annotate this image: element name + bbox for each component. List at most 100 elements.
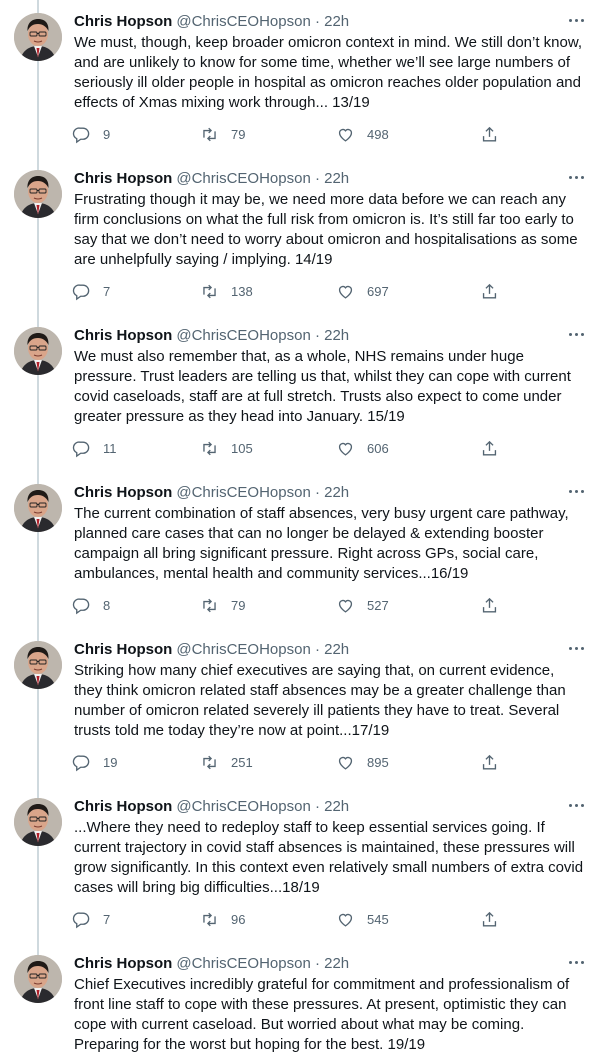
avatar[interactable]	[14, 641, 62, 689]
retweet-button[interactable]: 79	[200, 122, 245, 146]
retweet-icon	[203, 912, 216, 926]
timestamp[interactable]: 22h	[324, 484, 349, 501]
reply-count: 9	[103, 126, 111, 142]
thread-connector	[37, 942, 39, 955]
reply-button[interactable]: 7	[72, 907, 110, 931]
share-icon	[482, 126, 497, 142]
separator-dot: ·	[314, 170, 320, 187]
like-button[interactable]: 895	[336, 750, 389, 774]
more-icon[interactable]	[564, 638, 588, 658]
author-handle[interactable]: @ChrisCEOHopson	[176, 798, 310, 815]
tweet[interactable]: Chris Hopson @ChrisCEOHopson · 22h Frustr…	[0, 157, 606, 314]
avatar[interactable]	[14, 484, 62, 532]
avatar[interactable]	[14, 13, 62, 61]
author-name[interactable]: Chris Hopson	[74, 798, 172, 815]
author-handle[interactable]: @ChrisCEOHopson	[176, 955, 310, 972]
more-icon[interactable]	[564, 481, 588, 501]
retweet-count: 79	[231, 126, 246, 142]
author-name[interactable]: Chris Hopson	[74, 327, 172, 344]
author-handle[interactable]: @ChrisCEOHopson	[176, 170, 310, 187]
retweet-count: 251	[231, 754, 253, 770]
more-icon[interactable]	[564, 324, 588, 344]
avatar[interactable]	[14, 170, 62, 218]
reply-count: 19	[103, 754, 118, 770]
thread-connector	[37, 628, 39, 641]
more-icon[interactable]	[564, 167, 588, 187]
share-button[interactable]	[480, 750, 499, 774]
share-button[interactable]	[480, 593, 499, 617]
share-button[interactable]	[480, 122, 499, 146]
reply-icon	[72, 283, 90, 300]
more-icon[interactable]	[564, 795, 588, 815]
retweet-button[interactable]: 105	[200, 436, 253, 460]
like-button[interactable]: 545	[336, 907, 389, 931]
timestamp[interactable]: 22h	[324, 327, 349, 344]
like-count: 545	[367, 911, 389, 927]
like-button[interactable]: 606	[336, 436, 389, 460]
tweet[interactable]: Chris Hopson @ChrisCEOHopson · 22h We mus…	[0, 314, 606, 471]
avatar[interactable]	[14, 798, 62, 846]
retweet-icon	[203, 127, 216, 141]
thread-connector	[37, 218, 39, 314]
tweet-header: Chris Hopson @ChrisCEOHopson · 22h	[74, 169, 349, 189]
author-name[interactable]: Chris Hopson	[74, 484, 172, 501]
thread-connector	[37, 689, 39, 785]
author-name[interactable]: Chris Hopson	[74, 955, 172, 972]
tweet[interactable]: Chris Hopson @ChrisCEOHopson · 22h Chief …	[0, 942, 606, 1063]
timestamp[interactable]: 22h	[324, 798, 349, 815]
tweet-actions: 7 96 545	[72, 907, 512, 931]
like-button[interactable]: 498	[336, 122, 389, 146]
tweet-actions: 7 138 697	[72, 279, 512, 303]
share-button[interactable]	[480, 436, 499, 460]
reply-button[interactable]: 8	[72, 593, 110, 617]
timestamp[interactable]: 22h	[324, 13, 349, 30]
reply-button[interactable]: 9	[72, 122, 110, 146]
heart-icon	[338, 128, 353, 142]
author-handle[interactable]: @ChrisCEOHopson	[176, 13, 310, 30]
thread-connector	[37, 532, 39, 628]
thread-connector	[37, 157, 39, 170]
retweet-button[interactable]: 251	[200, 750, 253, 774]
share-button[interactable]	[480, 279, 499, 303]
author-name[interactable]: Chris Hopson	[74, 641, 172, 658]
author-handle[interactable]: @ChrisCEOHopson	[176, 327, 310, 344]
tweet-text: We must, though, keep broader omicron co…	[74, 34, 583, 111]
separator-dot: ·	[314, 641, 320, 658]
reply-button[interactable]: 11	[72, 436, 117, 460]
tweet[interactable]: Chris Hopson @ChrisCEOHopson · 22h ...Whe…	[0, 785, 606, 942]
tweet[interactable]: Chris Hopson @ChrisCEOHopson · 22h We mus…	[0, 0, 606, 157]
tweet[interactable]: Chris Hopson @ChrisCEOHopson · 22h The cu…	[0, 471, 606, 628]
more-icon[interactable]	[564, 952, 588, 972]
share-button[interactable]	[480, 907, 499, 931]
avatar[interactable]	[14, 327, 62, 375]
reply-button[interactable]: 19	[72, 750, 117, 774]
reply-count: 11	[103, 440, 117, 456]
reply-icon	[72, 126, 90, 143]
retweet-button[interactable]: 96	[200, 907, 245, 931]
author-name[interactable]: Chris Hopson	[74, 170, 172, 187]
tweet[interactable]: Chris Hopson @ChrisCEOHopson · 22h Striki…	[0, 628, 606, 785]
retweet-icon	[203, 284, 216, 298]
separator-dot: ·	[314, 13, 320, 30]
tweet-text: ...Where they need to redeploy staff to …	[74, 819, 584, 896]
reply-button[interactable]: 7	[72, 279, 110, 303]
tweet-header: Chris Hopson @ChrisCEOHopson · 22h	[74, 12, 349, 32]
like-button[interactable]: 697	[336, 279, 389, 303]
retweet-button[interactable]: 79	[200, 593, 245, 617]
reply-count: 7	[103, 283, 111, 299]
author-handle[interactable]: @ChrisCEOHopson	[176, 641, 310, 658]
tweet-header: Chris Hopson @ChrisCEOHopson · 22h	[74, 797, 349, 817]
author-handle[interactable]: @ChrisCEOHopson	[176, 484, 310, 501]
timestamp[interactable]: 22h	[324, 641, 349, 658]
avatar[interactable]	[14, 955, 62, 1003]
like-button[interactable]: 527	[336, 593, 389, 617]
timestamp[interactable]: 22h	[324, 170, 349, 187]
timestamp[interactable]: 22h	[324, 955, 349, 972]
tweet-header: Chris Hopson @ChrisCEOHopson · 22h	[74, 954, 349, 974]
more-icon[interactable]	[564, 10, 588, 30]
author-name[interactable]: Chris Hopson	[74, 13, 172, 30]
reply-icon	[72, 754, 90, 771]
reply-count: 8	[103, 597, 111, 613]
like-count: 498	[367, 126, 389, 142]
retweet-button[interactable]: 138	[200, 279, 253, 303]
